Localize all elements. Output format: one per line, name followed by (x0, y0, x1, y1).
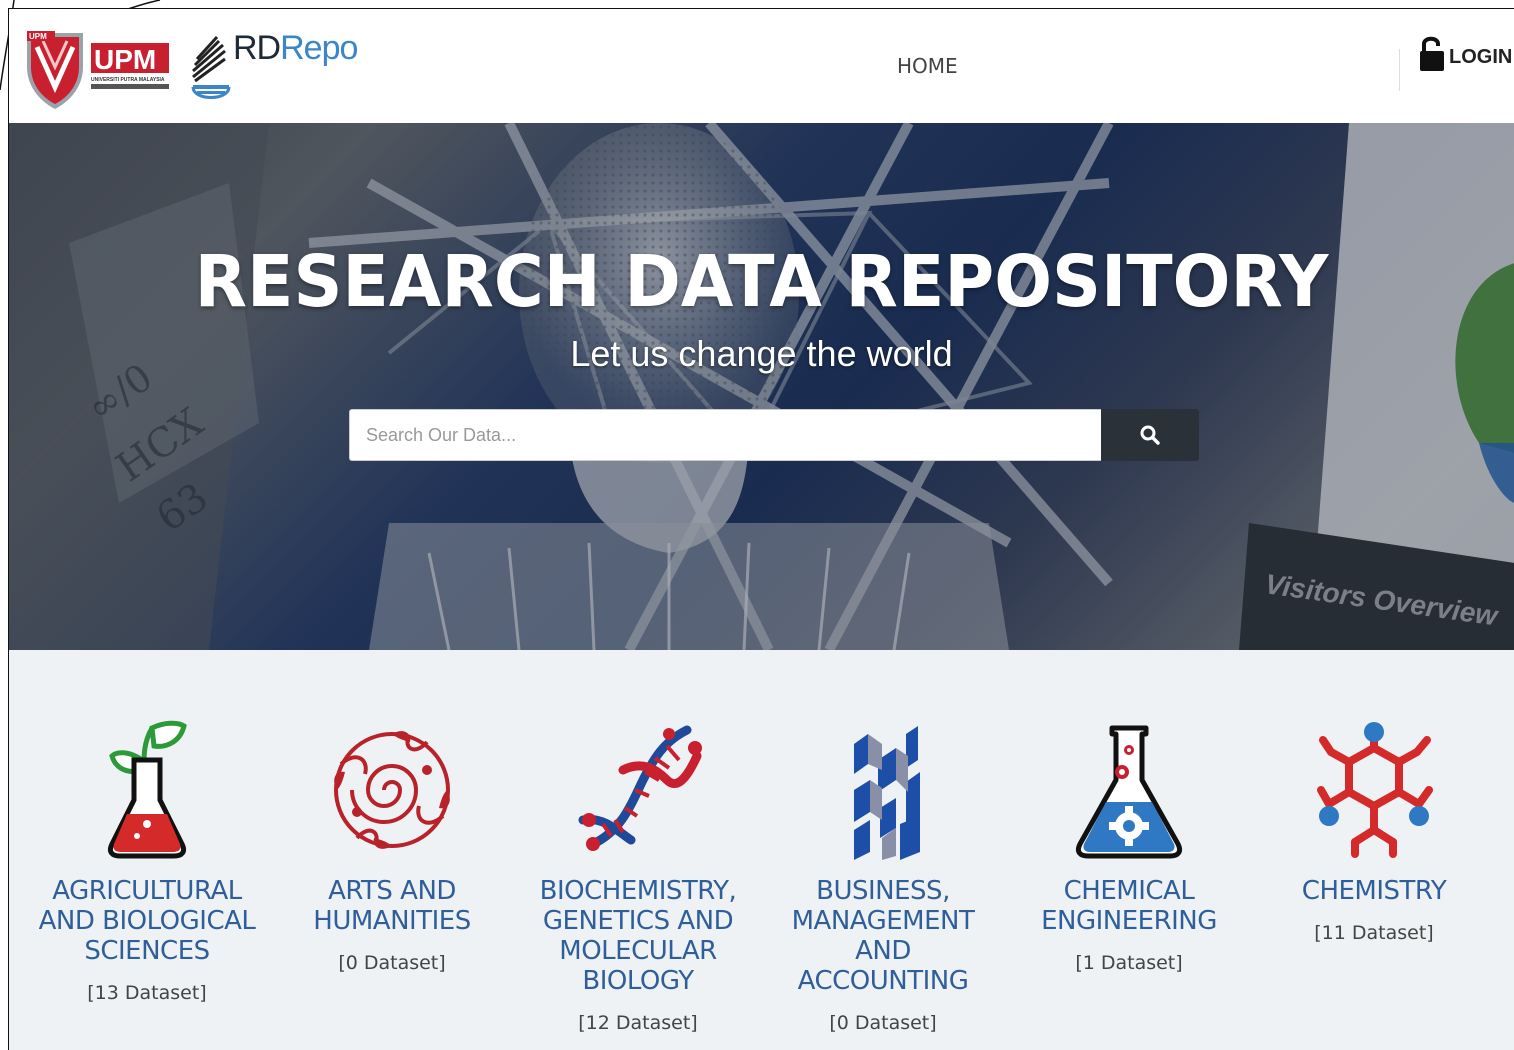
search-input[interactable] (349, 409, 1101, 461)
hero-overlay (9, 123, 1514, 650)
gear-flask-icon (1075, 725, 1183, 859)
hero-title: RESEARCH DATA REPOSITORY (194, 241, 1329, 324)
upm-logo-text: UPM (94, 44, 156, 75)
category-name: ARTS AND HUMANITIES (313, 876, 471, 936)
category-name: BIOCHEMISTRY, GENETICS AND MOLECULAR BIO… (539, 876, 737, 996)
login-button[interactable]: LOGIN (1419, 35, 1512, 73)
category-count: [0 Dataset] (338, 952, 446, 974)
category-count: [13 Dataset] (87, 982, 207, 1004)
category-count: [0 Dataset] (829, 1012, 937, 1034)
hero-banner: ∞/0 HCX 63 Visitors Overview RESEARCH DA… (9, 123, 1514, 650)
category-chemistry[interactable]: CHEMISTRY [11 Dataset] (1259, 720, 1489, 944)
ornament-swirl-icon (334, 731, 450, 849)
dna-icon (578, 725, 702, 851)
plant-flask-icon (107, 720, 187, 859)
search-icon (1140, 425, 1160, 445)
molecule-icon (1317, 722, 1433, 858)
nav-divider (1399, 49, 1400, 91)
hero-subtitle: Let us change the world (570, 333, 953, 374)
category-name: CHEMICAL ENGINEERING (1041, 876, 1217, 936)
svg-text:UPM: UPM (29, 32, 47, 41)
upm-logo[interactable]: UPM UPM UNIVERSITI PUTRA MALAYSIA (23, 27, 173, 109)
rdrepo-logo[interactable]: RDRepo (189, 27, 358, 109)
search-bar (349, 409, 1199, 461)
category-count: [12 Dataset] (578, 1012, 698, 1034)
category-count: [1 Dataset] (1075, 952, 1183, 974)
login-label: LOGIN (1449, 46, 1513, 68)
unlock-icon (1420, 36, 1444, 71)
category-name: CHEMISTRY (1301, 876, 1447, 906)
svg-text:UNIVERSITI PUTRA MALAYSIA: UNIVERSITI PUTRA MALAYSIA (91, 77, 165, 83)
rdrepo-mark-icon (191, 35, 231, 99)
category-count: [11 Dataset] (1314, 922, 1434, 944)
nav-home-link[interactable]: HOME (897, 54, 958, 78)
category-name: AGRICULTURAL AND BIOLOGICAL SCIENCES (38, 876, 256, 966)
category-arts-and-humanities[interactable]: ARTS AND HUMANITIES [0 Dataset] (277, 720, 507, 974)
category-business-management-and-accounting[interactable]: BUSINESS, MANAGEMENT AND ACCOUNTING [0 D… (768, 720, 998, 1034)
category-biochemistry-genetics-and-molecular-biology[interactable]: BIOCHEMISTRY, GENETICS AND MOLECULAR BIO… (523, 720, 753, 1034)
site-header: UPM UPM UNIVERSITI PUTRA MALAYSIA RDRepo… (9, 9, 1514, 123)
subject-categories: AGRICULTURAL AND BIOLOGICAL SCIENCES [13… (9, 650, 1514, 1050)
browser-page: UPM UPM UNIVERSITI PUTRA MALAYSIA RDRepo… (8, 8, 1514, 1050)
category-agricultural-and-biological-sciences[interactable]: AGRICULTURAL AND BIOLOGICAL SCIENCES [13… (32, 720, 262, 1004)
rdrepo-wordmark: RDRepo (233, 29, 358, 67)
category-name: BUSINESS, MANAGEMENT AND ACCOUNTING (791, 876, 975, 996)
blocks-icon (854, 726, 920, 860)
category-chemical-engineering[interactable]: CHEMICAL ENGINEERING [1 Dataset] (1014, 720, 1244, 974)
search-button[interactable] (1101, 409, 1199, 461)
